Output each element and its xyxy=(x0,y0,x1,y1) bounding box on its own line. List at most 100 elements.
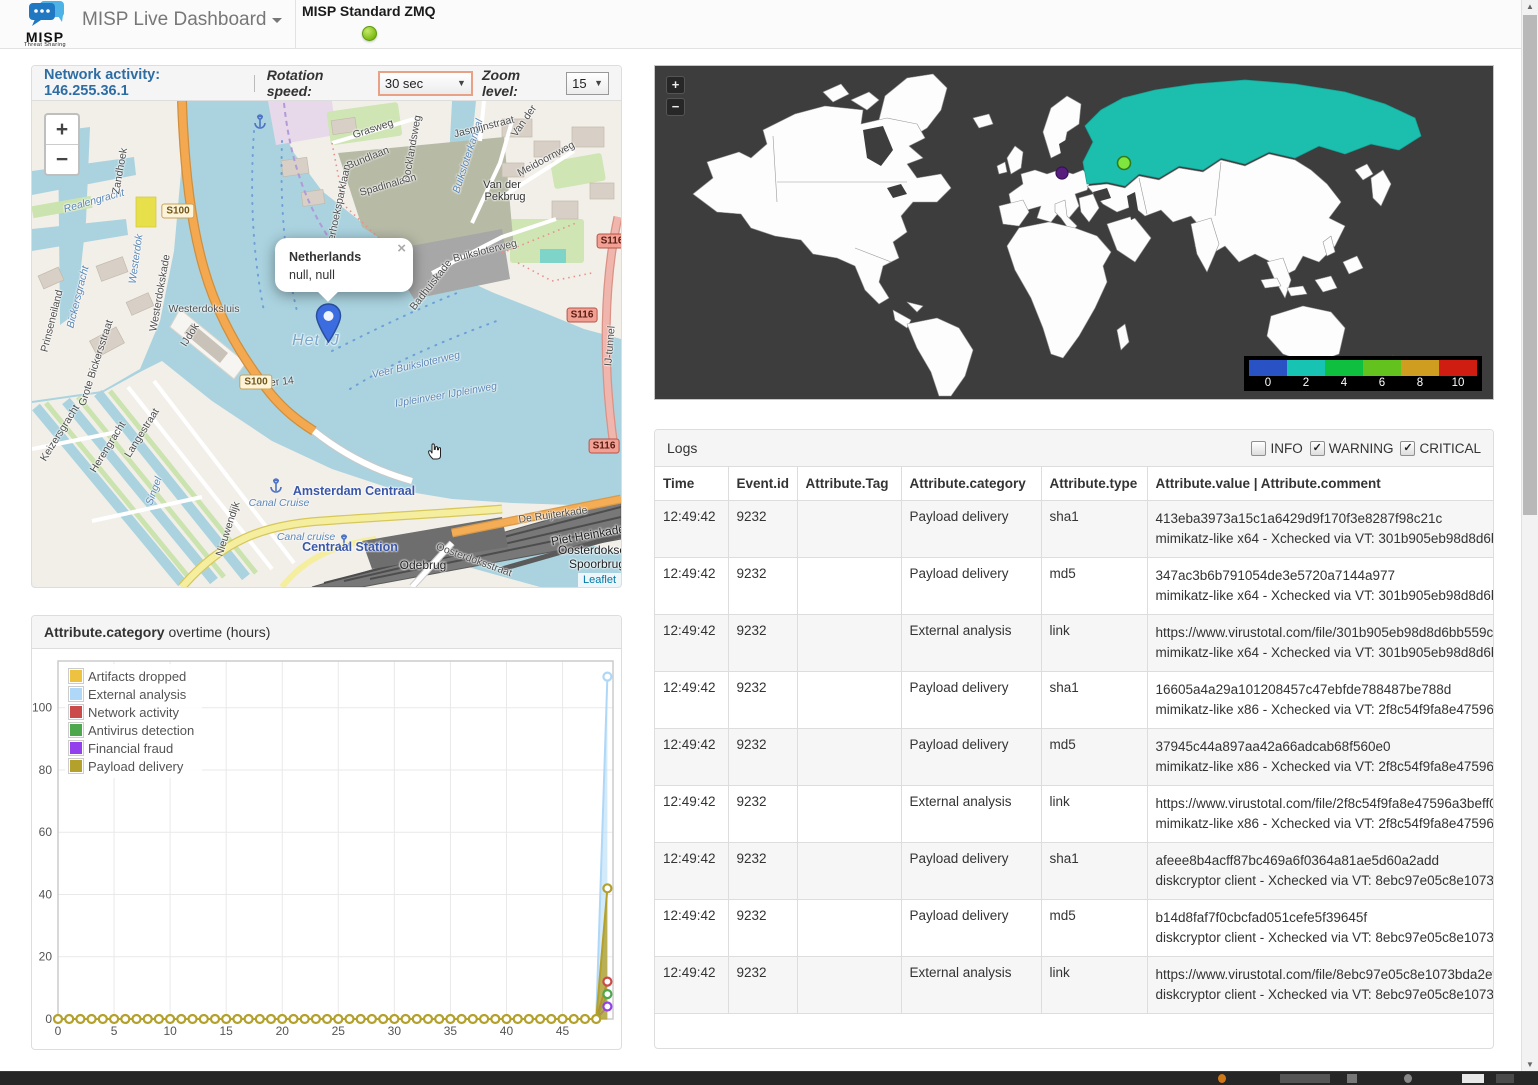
misp-logo-subtitle: Threat Sharing xyxy=(14,42,76,48)
dashboard-menu[interactable]: MISP Live Dashboard xyxy=(82,9,282,31)
filter-label: INFO xyxy=(1270,441,1302,456)
taskbar-icon[interactable] xyxy=(1404,1074,1412,1083)
log-event-id: 9232 xyxy=(728,900,797,957)
log-comment: mimikatz-like x86 - Xchecked via VT: 2f8… xyxy=(1156,700,1486,720)
filter-critical-checkbox[interactable]: ✓CRITICAL xyxy=(1400,441,1481,456)
logs-column-header: Attribute.Tag xyxy=(797,467,901,501)
log-time: 12:49:42 xyxy=(655,843,728,900)
log-tag xyxy=(797,558,901,615)
scrollbar-down-arrow[interactable]: ▼ xyxy=(1522,1058,1538,1072)
logs-column-header: Attribute.value | Attribute.comment xyxy=(1147,467,1493,501)
log-event-id: 9232 xyxy=(728,615,797,672)
legend-entry: Network activity xyxy=(68,703,194,721)
log-row: 12:49:429232External analysislinkhttps:/… xyxy=(655,786,1493,843)
logs-header: Logs INFO✓WARNING✓CRITICAL xyxy=(655,430,1493,467)
legend-label: Financial fraud xyxy=(88,741,173,756)
log-tag xyxy=(797,957,901,1014)
log-event-id: 9232 xyxy=(728,729,797,786)
legend-label: External analysis xyxy=(88,687,186,702)
scale-swatch xyxy=(1249,360,1287,376)
taskbar-icon[interactable] xyxy=(1496,1074,1514,1083)
zmq-status: MISP Standard ZMQ xyxy=(302,0,436,41)
chart-area: 020406080100051015202530354045 Artifacts… xyxy=(32,649,621,1049)
log-category: External analysis xyxy=(901,615,1041,672)
log-category: Payload delivery xyxy=(901,501,1041,558)
log-category: External analysis xyxy=(901,786,1041,843)
street-map-graphic xyxy=(32,101,621,587)
checkbox-icon xyxy=(1251,441,1266,456)
popup-close-icon[interactable]: × xyxy=(397,242,406,256)
leaflet-map[interactable]: GraswegBundlaanSpadinalaanOverhoeksparkl… xyxy=(32,101,621,587)
log-event-id: 9232 xyxy=(728,957,797,1014)
map-zoom-out-button[interactable]: − xyxy=(46,145,78,174)
legend-label: Antivirus detection xyxy=(88,723,194,738)
os-taskbar[interactable] xyxy=(0,1071,1538,1085)
legend-label: Network activity xyxy=(88,705,179,720)
map-marker-pin[interactable] xyxy=(315,303,342,344)
taskbar-icon[interactable] xyxy=(1462,1074,1484,1083)
scale-swatch xyxy=(1401,360,1439,376)
log-tag xyxy=(797,729,901,786)
taskbar-icon[interactable] xyxy=(1347,1074,1357,1083)
taskbar-icon[interactable] xyxy=(1218,1074,1226,1083)
log-tag xyxy=(797,900,901,957)
svg-text:100: 100 xyxy=(32,701,52,715)
map-event-marker-purple xyxy=(1056,167,1068,179)
map-zoom-control: + − xyxy=(44,113,80,176)
select-arrow-icon: ▼ xyxy=(457,78,466,88)
rotation-speed-label: Rotation speed: xyxy=(267,67,369,99)
filter-label: CRITICAL xyxy=(1419,441,1481,456)
log-tag xyxy=(797,672,901,729)
log-type: md5 xyxy=(1041,729,1147,786)
svg-text:20: 20 xyxy=(39,950,53,964)
scrollbar-up-arrow[interactable]: ▲ xyxy=(1522,0,1538,14)
log-time: 12:49:42 xyxy=(655,957,728,1014)
legend-swatch xyxy=(68,758,84,774)
legend-swatch xyxy=(68,704,84,720)
scale-swatch xyxy=(1287,360,1325,376)
filter-warning-checkbox[interactable]: ✓ WARNING xyxy=(1310,441,1394,456)
logs-column-header: Event.id xyxy=(728,467,797,501)
svg-text:40: 40 xyxy=(39,887,53,901)
log-type: link xyxy=(1041,786,1147,843)
filter-label: WARNING xyxy=(1329,441,1394,456)
log-category: Payload delivery xyxy=(901,729,1041,786)
zmq-title: MISP Standard ZMQ xyxy=(302,0,436,19)
taskbar-icon[interactable] xyxy=(1280,1074,1330,1083)
log-value: 413eba3973a15c1a6429d9f170f3e8287f98c21c xyxy=(1156,509,1486,529)
legend-swatch xyxy=(68,722,84,738)
log-value-comment: 413eba3973a15c1a6429d9f170f3e8287f98c21c… xyxy=(1147,501,1493,558)
log-time: 12:49:42 xyxy=(655,672,728,729)
map-zoom-in-button[interactable]: + xyxy=(46,115,78,145)
logs-column-header: Attribute.type xyxy=(1041,467,1147,501)
rotation-speed-value: 30 sec xyxy=(385,76,423,91)
scale-swatch xyxy=(1363,360,1401,376)
zoom-level-select[interactable]: 15 ▼ xyxy=(566,72,609,95)
log-value: 16605a4a29a101208457c47ebfde788487be788d xyxy=(1156,680,1486,700)
rotation-speed-select[interactable]: 30 sec ▼ xyxy=(378,71,473,96)
logs-column-header: Attribute.category xyxy=(901,467,1041,501)
log-category: Payload delivery xyxy=(901,672,1041,729)
leaflet-attribution[interactable]: Leaflet xyxy=(578,573,621,587)
log-value-comment: 16605a4a29a101208457c47ebfde788487be788d… xyxy=(1147,672,1493,729)
checkbox-icon: ✓ xyxy=(1310,441,1325,456)
filter-info-checkbox[interactable]: INFO xyxy=(1251,441,1302,456)
log-value-comment: afeee8b4acff87bc469a6f0364a81ae5d60a2add… xyxy=(1147,843,1493,900)
zoom-level-value: 15 xyxy=(572,76,586,91)
logs-column-header: Time xyxy=(655,467,728,501)
scale-swatch xyxy=(1325,360,1363,376)
scrollbar-thumb[interactable] xyxy=(1523,15,1537,515)
misp-logo[interactable]: MISP Threat Sharing xyxy=(14,1,76,48)
log-event-id: 9232 xyxy=(728,786,797,843)
log-row: 12:49:429232External analysislinkhttps:/… xyxy=(655,615,1493,672)
legend-label: Payload delivery xyxy=(88,759,183,774)
world-map-zoom-control: + − xyxy=(666,76,685,120)
world-map[interactable]: + − 0246810 xyxy=(654,65,1494,400)
svg-text:60: 60 xyxy=(39,825,53,839)
world-map-zoom-in-button[interactable]: + xyxy=(666,76,685,94)
world-map-zoom-out-button[interactable]: − xyxy=(666,98,685,116)
select-arrow-icon: ▼ xyxy=(594,78,603,88)
map-event-marker-green xyxy=(1118,157,1131,170)
log-row: 12:49:429232Payload deliverymd5b14d8faf7… xyxy=(655,900,1493,957)
page-scrollbar[interactable]: ▲ ▼ xyxy=(1521,0,1538,1072)
